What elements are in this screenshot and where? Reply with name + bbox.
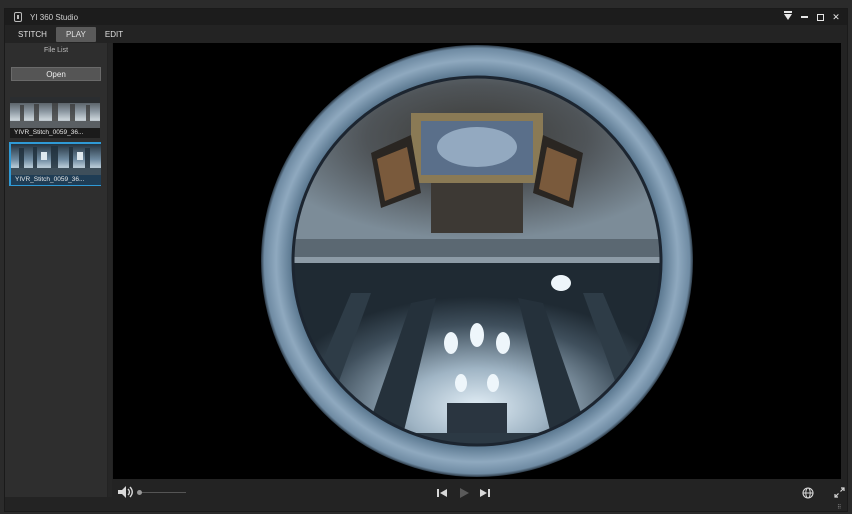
sidebar-splitter[interactable]: [108, 43, 112, 497]
file-list-panel: File List Open YIVR_Stitch_0059_36... YI…: [5, 43, 107, 497]
file-thumbnail: [10, 97, 100, 129]
close-icon[interactable]: ✕: [831, 12, 841, 22]
file-item-selected[interactable]: YIVR_Stitch_0059_36...: [9, 142, 101, 186]
window-controls: ✕: [783, 10, 841, 24]
player-controls: [113, 479, 845, 507]
app-icon: [14, 12, 22, 22]
file-name: YIVR_Stitch_0059_36...: [10, 128, 100, 138]
volume-slider[interactable]: [140, 492, 186, 493]
file-name: YIVR_Stitch_0059_36...: [11, 175, 101, 185]
file-item[interactable]: YIVR_Stitch_0059_36...: [9, 96, 101, 140]
tab-stitch[interactable]: STITCH: [9, 27, 56, 42]
app-window: YI 360 Studio ✕ STITCH PLAY EDIT File Li…: [4, 8, 848, 512]
volume-icon[interactable]: [117, 485, 135, 499]
open-button[interactable]: Open: [11, 67, 101, 81]
file-list-heading: File List: [43, 47, 69, 54]
title-bar: YI 360 Studio ✕: [5, 9, 847, 25]
file-thumbnail: [11, 144, 101, 176]
tab-edit[interactable]: EDIT: [96, 27, 132, 42]
video-viewport[interactable]: [113, 43, 841, 479]
volume-slider-knob[interactable]: [137, 490, 142, 495]
app-title: YI 360 Studio: [30, 12, 79, 22]
resize-grip-icon[interactable]: ⠿: [837, 504, 845, 511]
maximize-icon[interactable]: [815, 12, 825, 22]
play-icon[interactable]: [459, 488, 469, 498]
menu-dropdown-icon[interactable]: [783, 11, 793, 22]
panorama-sphere-view: [261, 45, 693, 477]
globe-icon[interactable]: [802, 487, 814, 499]
next-icon[interactable]: [480, 488, 490, 498]
fullscreen-icon[interactable]: [834, 487, 845, 498]
tab-play[interactable]: PLAY: [55, 27, 96, 42]
previous-icon[interactable]: [437, 488, 447, 498]
minimize-icon[interactable]: [799, 12, 809, 22]
tab-bar: STITCH PLAY EDIT: [5, 26, 847, 43]
